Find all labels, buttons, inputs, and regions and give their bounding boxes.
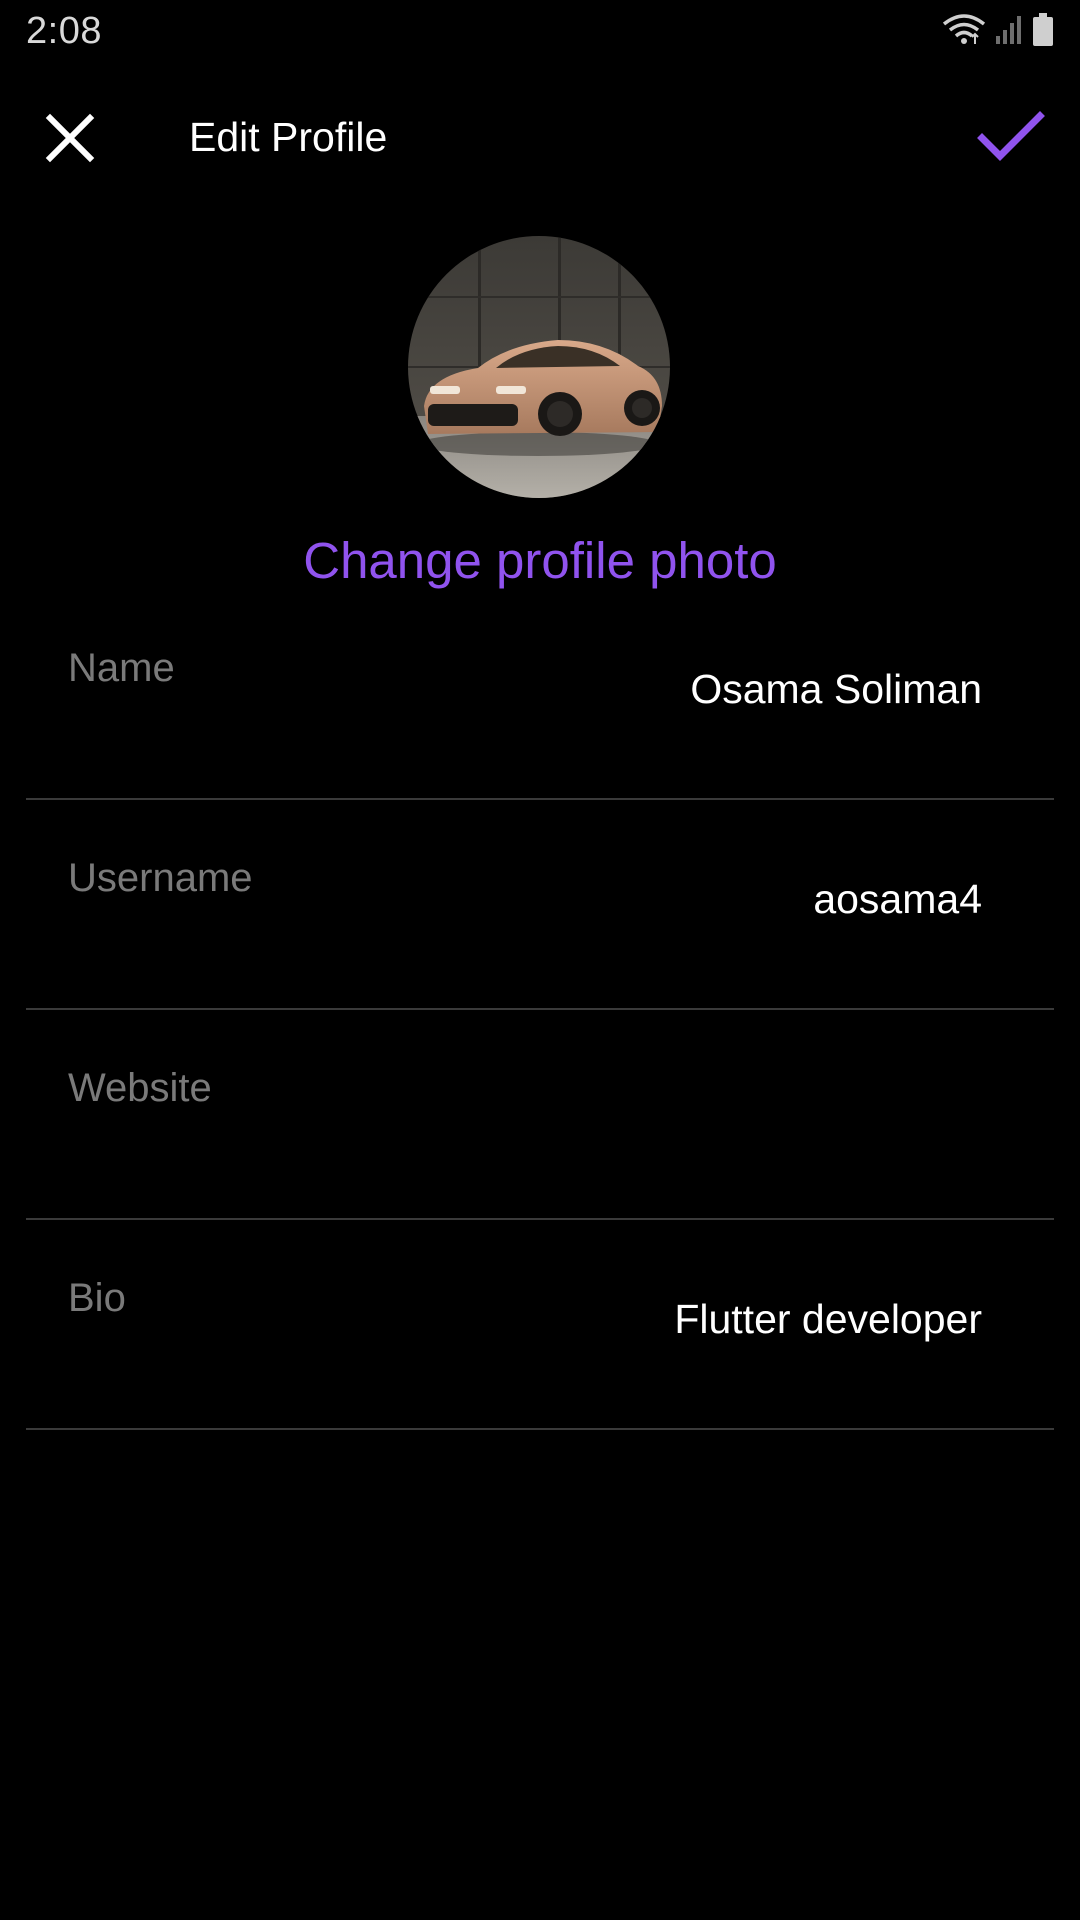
bio-field[interactable]: Bio Flutter developer (26, 1220, 1054, 1430)
name-field[interactable]: Name Osama Soliman (26, 590, 1054, 800)
username-field[interactable]: Username aosama4 (26, 800, 1054, 1010)
status-icons (942, 12, 1054, 52)
save-button[interactable] (976, 106, 1046, 166)
website-label: Website (68, 1066, 212, 1110)
close-icon (45, 113, 95, 163)
battery-icon (1032, 12, 1054, 52)
avatar[interactable] (408, 236, 670, 498)
username-value[interactable]: aosama4 (813, 874, 982, 924)
username-label: Username (68, 856, 253, 900)
signal-icon (994, 14, 1024, 51)
close-button[interactable] (40, 108, 100, 168)
status-time: 2:08 (26, 10, 102, 52)
name-label: Name (68, 646, 175, 690)
page-title: Edit Profile (189, 114, 388, 160)
bio-label: Bio (68, 1276, 126, 1320)
change-profile-photo-button[interactable]: Change profile photo (0, 528, 1080, 594)
bio-value[interactable]: Flutter developer (674, 1294, 982, 1344)
avatar-image (408, 236, 670, 498)
app-bar: Edit Profile (0, 64, 1080, 208)
website-field[interactable]: Website (26, 1010, 1054, 1220)
wifi-icon (942, 13, 986, 51)
check-icon (977, 111, 1045, 161)
name-value[interactable]: Osama Soliman (690, 664, 982, 714)
status-bar: 2:08 (0, 0, 1080, 64)
